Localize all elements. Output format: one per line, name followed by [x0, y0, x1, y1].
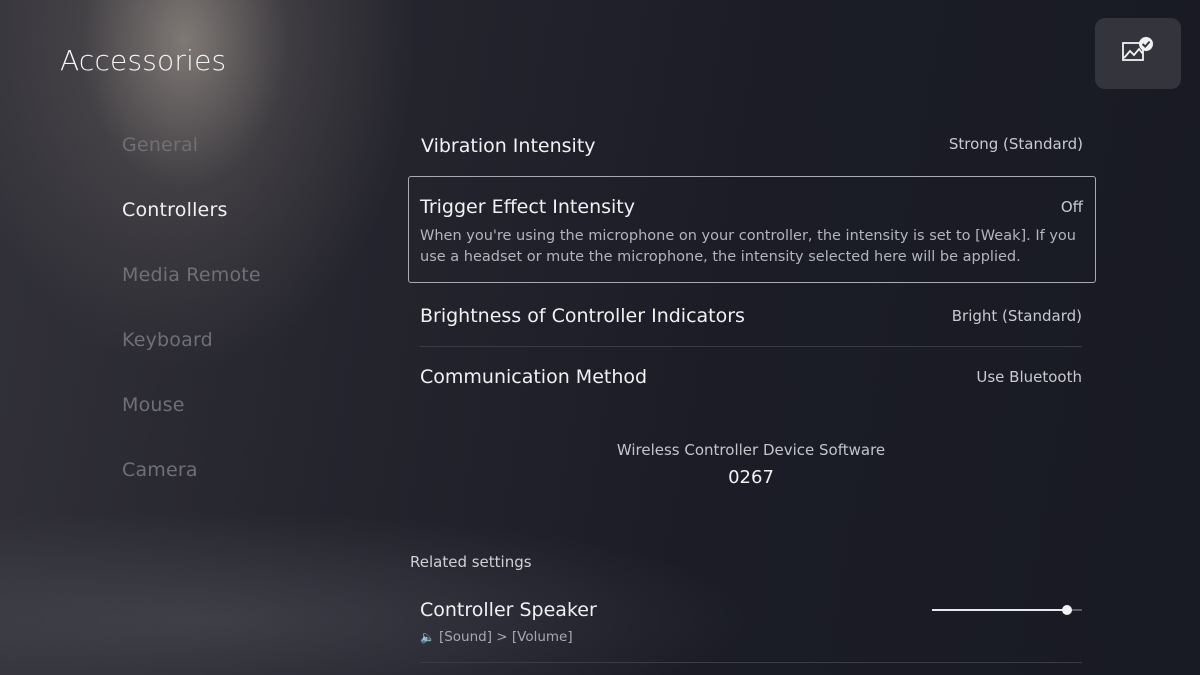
- screenshot-check-icon: [1122, 37, 1153, 61]
- trigger-effect-description: When you're using the microphone on your…: [420, 228, 1076, 265]
- vibration-intensity-row[interactable]: Vibration Intensity Strong (Standard): [408, 115, 1096, 176]
- communication-method-row[interactable]: Communication Method Use Bluetooth: [420, 357, 1082, 407]
- brightness-row[interactable]: Brightness of Controller Indicators Brig…: [420, 296, 1082, 346]
- sidebar-item-mouse[interactable]: Mouse: [122, 390, 261, 455]
- controller-speaker-path-text: [Sound] > [Volume]: [438, 629, 573, 645]
- divider: [420, 662, 1082, 663]
- sidebar-item-camera[interactable]: Camera: [122, 455, 261, 520]
- controller-speaker-slider[interactable]: [932, 605, 1082, 615]
- divider: [420, 346, 1082, 347]
- sidebar-item-keyboard[interactable]: Keyboard: [122, 325, 261, 390]
- firmware-label: Wireless Controller Device Software: [616, 441, 886, 459]
- page-title: Accessories: [60, 44, 227, 77]
- side-nav: General Controllers Media Remote Keyboar…: [122, 130, 261, 520]
- communication-method-value: Use Bluetooth: [976, 368, 1082, 386]
- screenshot-status-button[interactable]: [1095, 18, 1181, 89]
- controller-speaker-label[interactable]: Controller Speaker: [420, 599, 597, 621]
- brightness-value: Bright (Standard): [951, 307, 1082, 325]
- speaker-icon: 🔈: [420, 630, 435, 644]
- vibration-intensity-value: Strong (Standard): [948, 135, 1083, 153]
- slider-thumb[interactable]: [1062, 605, 1072, 615]
- firmware-version: 0267: [728, 467, 774, 488]
- trigger-effect-intensity-row[interactable]: Trigger Effect Intensity Off When you're…: [408, 176, 1096, 283]
- trigger-effect-intensity-value: Off: [1060, 198, 1083, 216]
- sidebar-item-media-remote[interactable]: Media Remote: [122, 260, 261, 325]
- sidebar-item-general[interactable]: General: [122, 130, 261, 195]
- communication-method-label: Communication Method: [420, 366, 648, 388]
- settings-list: Vibration Intensity Strong (Standard) Tr…: [408, 115, 1096, 283]
- controller-speaker-path: 🔈 [Sound] > [Volume]: [420, 629, 573, 645]
- slider-fill: [932, 609, 1067, 611]
- sidebar-item-controllers[interactable]: Controllers: [122, 195, 261, 260]
- related-settings-heading: Related settings: [410, 553, 532, 571]
- trigger-effect-intensity-label: Trigger Effect Intensity: [420, 196, 635, 218]
- vibration-intensity-label: Vibration Intensity: [421, 135, 596, 157]
- brightness-label: Brightness of Controller Indicators: [420, 305, 745, 327]
